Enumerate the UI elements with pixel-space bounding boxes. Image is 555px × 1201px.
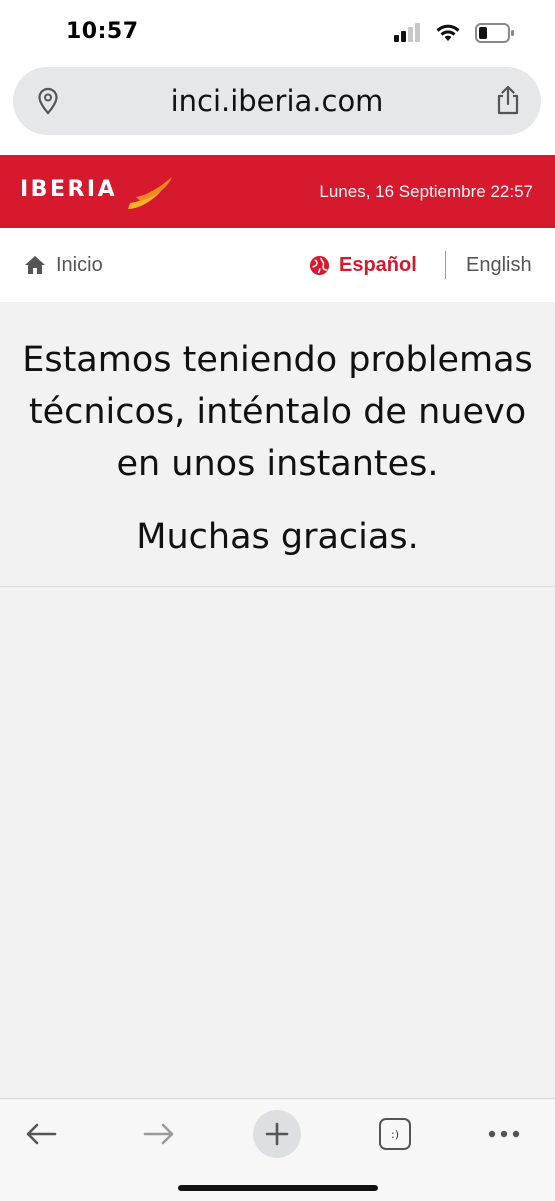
home-indicator: [178, 1185, 378, 1191]
wifi-icon: [436, 24, 460, 41]
language-divider: [445, 251, 446, 279]
home-link-label: Inicio: [56, 253, 103, 276]
home-icon: [25, 256, 45, 274]
share-icon[interactable]: [495, 85, 521, 115]
globe-icon: [309, 255, 330, 275]
url-text[interactable]: inci.iberia.com: [13, 67, 541, 135]
new-tab-circle: [253, 1110, 301, 1158]
forward-icon: [143, 1123, 174, 1145]
error-message-panel: Estamos teniendo problemas técnicos, int…: [0, 302, 555, 587]
status-icons: [393, 20, 515, 46]
error-message: Estamos teniendo problemas técnicos, int…: [22, 340, 533, 484]
language-english[interactable]: English: [466, 228, 532, 302]
language-spanish[interactable]: Español: [309, 228, 417, 302]
back-icon: [26, 1123, 57, 1145]
tabs-icon: :): [379, 1118, 411, 1150]
iberia-logo-mark-icon: [128, 177, 172, 209]
browser-toolbar: inci.iberia.com: [0, 60, 555, 155]
iberia-logo[interactable]: IBERIA: [20, 177, 117, 202]
site-header: IBERIA Lunes, 16 Septiembre 22:57: [0, 155, 555, 228]
tabs-button[interactable]: :): [370, 1109, 420, 1159]
back-button[interactable]: [16, 1109, 66, 1159]
language-spanish-label: Español: [339, 253, 417, 276]
header-date: Lunes, 16 Septiembre 22:57: [319, 182, 533, 201]
browser-bottom-toolbar: :): [0, 1098, 555, 1201]
home-link[interactable]: Inicio: [24, 228, 103, 302]
url-bar[interactable]: inci.iberia.com: [13, 67, 541, 135]
forward-button[interactable]: [134, 1109, 184, 1159]
thanks-message: Muchas gracias.: [136, 517, 419, 557]
nav-bar: Inicio Español English: [0, 228, 555, 302]
new-tab-button[interactable]: [252, 1109, 302, 1159]
cellular-signal-icon: [394, 23, 420, 42]
new-tab-icon: [265, 1122, 289, 1146]
status-time: 10:57: [66, 19, 139, 44]
more-button[interactable]: [479, 1109, 529, 1159]
more-icon: [488, 1130, 520, 1138]
status-bar: 10:57: [0, 0, 555, 60]
battery-icon: [475, 23, 514, 43]
